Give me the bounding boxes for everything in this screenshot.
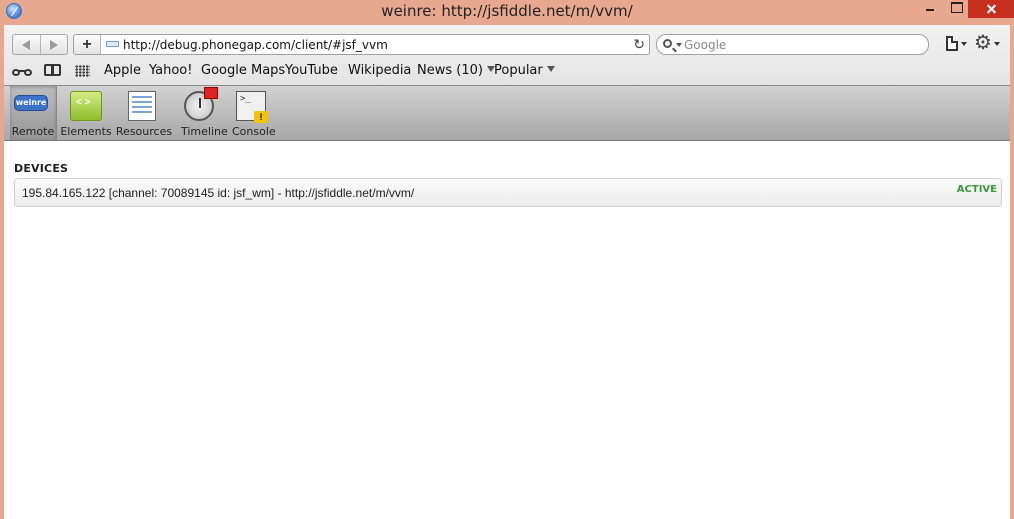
add-bookmark-button[interactable]: + — [74, 35, 101, 54]
search-field[interactable]: Google — [656, 34, 929, 55]
elements-icon — [70, 91, 102, 121]
tab-elements-label: Elements — [60, 125, 112, 138]
bookmark-folder-news[interactable]: News (10) — [417, 63, 495, 78]
search-placeholder: Google — [684, 38, 727, 52]
bookmark-google-maps[interactable]: Google Maps — [201, 63, 285, 78]
bookmark-folder-popular[interactable]: Popular — [494, 63, 555, 78]
tab-resources[interactable]: Resources — [115, 86, 173, 140]
resources-icon — [128, 91, 156, 121]
gear-icon[interactable]: ⚙ — [974, 32, 992, 54]
site-favicon-icon — [106, 41, 119, 47]
bookmark-folder-news-label: News (10) — [417, 63, 483, 78]
tab-timeline[interactable]: Timeline — [181, 86, 228, 140]
close-button[interactable] — [968, 0, 1014, 18]
bookmark-yahoo[interactable]: Yahoo! — [149, 63, 192, 78]
page-menu-chevron-icon[interactable] — [961, 42, 967, 46]
tab-timeline-label: Timeline — [181, 125, 228, 138]
tab-remote-label: Remote — [11, 125, 55, 138]
nav-divider — [40, 35, 41, 54]
bookmark-apple[interactable]: Apple — [104, 63, 141, 78]
search-engine-dropdown-icon[interactable] — [676, 43, 682, 47]
reload-icon[interactable]: ↻ — [633, 36, 645, 53]
url-input[interactable]: http://debug.phonegap.com/client/#jsf_vv… — [123, 38, 388, 52]
search-icon — [663, 39, 672, 48]
tab-console[interactable]: Console — [232, 86, 276, 140]
chevron-down-icon — [546, 66, 555, 72]
back-forward-buttons — [12, 34, 68, 55]
timeline-icon — [184, 87, 218, 121]
back-button[interactable] — [22, 40, 30, 50]
status-badge: ACTIVE — [956, 184, 997, 195]
bookmark-youtube[interactable]: YouTube — [285, 63, 338, 78]
browser-toolbar: + http://debug.phonegap.com/client/#jsf_… — [4, 25, 1010, 85]
remote-panel: DEVICES 195.84.165.122 [channel: 7008914… — [4, 141, 1010, 519]
devices-heading: DEVICES — [14, 162, 69, 175]
window-title: weinre: http://jsfiddle.net/m/vvm/ — [381, 2, 633, 20]
tab-resources-label: Resources — [115, 125, 173, 138]
top-sites-grid-icon[interactable] — [75, 65, 90, 77]
forward-button[interactable] — [50, 40, 58, 50]
window-title-bar: weinre: http://jsfiddle.net/m/vvm/ — [0, 0, 1014, 25]
device-description: 195.84.165.122 [channel: 70089145 id: js… — [22, 186, 415, 200]
console-icon — [236, 91, 268, 123]
device-row[interactable]: 195.84.165.122 [channel: 70089145 id: js… — [14, 178, 1002, 207]
weinre-icon: weinre — [14, 95, 48, 111]
reading-list-icon[interactable] — [12, 67, 34, 77]
tab-remote[interactable]: weinre Remote — [10, 86, 57, 140]
address-bar[interactable]: + http://debug.phonegap.com/client/#jsf_… — [73, 34, 650, 55]
settings-chevron-icon[interactable] — [994, 42, 1000, 46]
bookmarks-book-icon[interactable] — [44, 64, 62, 77]
bookmark-folder-popular-label: Popular — [494, 63, 543, 78]
tab-elements[interactable]: Elements — [59, 86, 113, 140]
bookmark-wikipedia[interactable]: Wikipedia — [348, 63, 411, 78]
tab-console-label: Console — [232, 125, 276, 138]
inspector-toolbar: weinre Remote Elements Resources Timelin… — [4, 85, 1010, 141]
page-menu-icon[interactable] — [946, 36, 958, 51]
